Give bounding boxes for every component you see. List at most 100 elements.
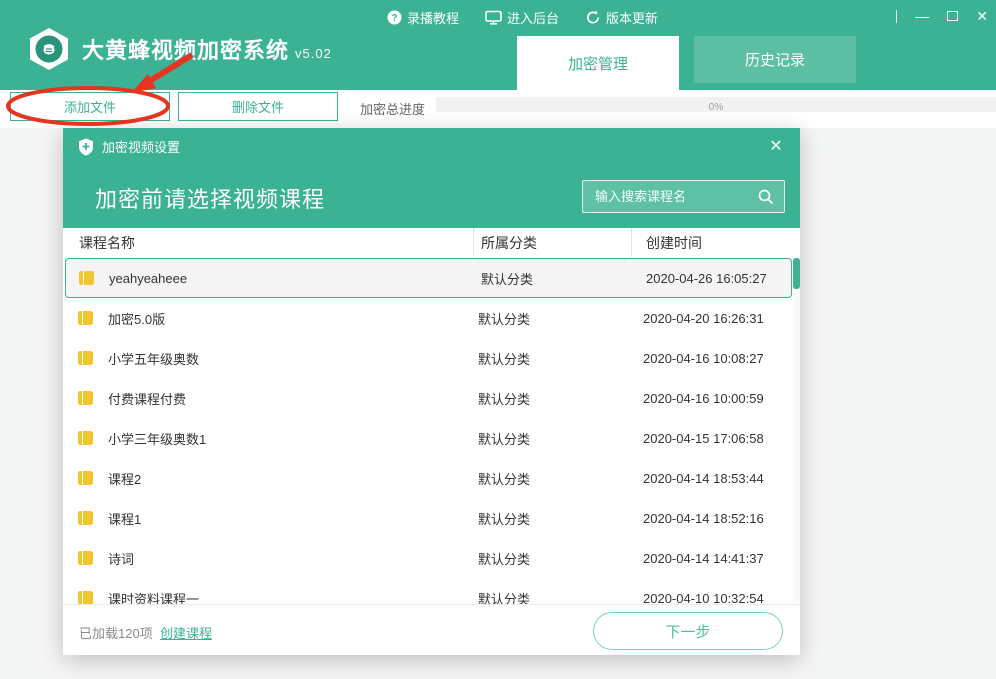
row-name: 诗词 [108,549,134,568]
row-category: 默认分类 [471,589,629,605]
course-name-cell: 加密5.0版 [63,309,471,328]
close-button[interactable]: ✕ [976,4,988,28]
folder-icon [78,270,95,286]
course-name-cell: 小学三年级奥数1 [63,429,471,448]
folder-icon [77,430,94,446]
course-name-cell: 课时资料课程一 [63,589,471,605]
create-course-link[interactable]: 创建课程 [160,623,212,642]
row-name: 加密5.0版 [108,309,165,328]
app-logo-icon [26,26,72,72]
folder-icon [77,590,94,604]
toolbar: 添加文件 删除文件 加密总进度 0% [0,90,996,128]
backend-link[interactable]: 进入后台 [485,8,559,27]
row-category: 默认分类 [471,349,629,368]
table-row[interactable]: yeahyeaheee 默认分类 2020-04-26 16:05:27 [65,258,792,298]
tutorial-link[interactable]: ? 录播教程 [387,8,459,27]
table-row[interactable]: 课时资料课程一 默认分类 2020-04-10 10:32:54 [63,578,800,604]
dialog-titlebar: 加密视频设置 ✕ [63,128,800,165]
app-title: 大黄蜂视频加密系统v5.02 [82,33,332,65]
course-search-input[interactable] [583,181,755,212]
row-name: 小学五年级奥数 [108,349,199,368]
next-step-button[interactable]: 下一步 [593,612,783,650]
course-name-cell: 小学五年级奥数 [63,349,471,368]
svg-text:?: ? [391,13,397,24]
row-name: 小学三年级奥数1 [108,429,206,448]
table-row[interactable]: 小学五年级奥数 默认分类 2020-04-16 10:08:27 [63,338,800,378]
row-category: 默认分类 [471,309,629,328]
row-created: 2020-04-20 16:26:31 [629,311,800,326]
column-header-created: 创建时间 [631,228,800,257]
scrollbar-thumb[interactable] [793,258,800,289]
folder-icon [77,550,94,566]
table-row[interactable]: 诗词 默认分类 2020-04-14 14:41:37 [63,538,800,578]
row-created: 2020-04-26 16:05:27 [632,271,791,286]
tab-encryption[interactable]: 加密管理 [517,36,679,90]
row-name: 课程2 [108,469,141,488]
monitor-icon [485,10,502,25]
row-category: 默认分类 [471,509,629,528]
folder-icon [77,470,94,486]
course-name-cell: 课程2 [63,469,471,488]
row-created: 2020-04-10 10:32:54 [629,591,800,605]
column-header-name: 课程名称 [63,233,473,253]
window-controls: — ✕ [896,4,988,28]
delete-file-button[interactable]: 删除文件 [178,92,338,121]
maximize-button[interactable] [947,4,958,28]
refresh-icon [585,10,601,25]
column-header-category: 所属分类 [473,228,631,257]
row-name: 付费课程付费 [108,389,186,408]
maximize-icon [947,11,958,21]
shield-plus-icon [78,138,94,156]
row-category: 默认分类 [471,469,629,488]
course-name-cell: yeahyeaheee [66,270,474,286]
update-link[interactable]: 版本更新 [585,8,658,27]
row-name: 课程1 [108,509,141,528]
encrypt-settings-dialog: 加密视频设置 ✕ 加密前请选择视频课程 课程名称 所属分类 创建时间 yeahy… [63,128,800,655]
table-header: 课程名称 所属分类 创建时间 [63,228,800,257]
row-name: yeahyeaheee [109,271,187,286]
row-category: 默认分类 [471,429,629,448]
row-category: 默认分类 [471,549,629,568]
row-name: 课时资料课程一 [108,589,199,605]
course-name-cell: 课程1 [63,509,471,528]
table-row[interactable]: 加密5.0版 默认分类 2020-04-20 16:26:31 [63,298,800,338]
row-created: 2020-04-14 18:52:16 [629,511,800,526]
minimize-button[interactable]: — [915,4,929,28]
add-file-button[interactable]: 添加文件 [10,92,170,121]
row-created: 2020-04-16 10:08:27 [629,351,800,366]
folder-icon [77,390,94,406]
course-search-box [582,180,785,213]
tab-history[interactable]: 历史记录 [694,36,856,83]
row-category: 默认分类 [474,269,632,288]
course-list: yeahyeaheee 默认分类 2020-04-26 16:05:27 加密5… [63,257,800,604]
course-name-cell: 付费课程付费 [63,389,471,408]
folder-icon [77,350,94,366]
controls-separator [896,10,897,23]
dialog-close-button[interactable]: ✕ [766,136,786,156]
progress-percent: 0% [709,102,723,113]
loaded-count: 已加载120项 [79,623,153,642]
table-row[interactable]: 课程2 默认分类 2020-04-14 18:53:44 [63,458,800,498]
question-icon: ? [387,10,402,25]
app-window: { "titlebar": { "app_title": "大黄蜂视频加密系统"… [0,0,996,679]
progress-label: 加密总进度 [360,99,425,118]
table-row[interactable]: 课程1 默认分类 2020-04-14 18:52:16 [63,498,800,538]
titlebar-links: ? 录播教程 进入后台 版本更新 [387,6,658,28]
row-category: 默认分类 [471,389,629,408]
row-created: 2020-04-15 17:06:58 [629,431,800,446]
titlebar: 大黄蜂视频加密系统v5.02 ? 录播教程 进入后台 版本更新 — ✕ 加密管理… [0,0,996,90]
folder-icon [77,510,94,526]
course-name-cell: 诗词 [63,549,471,568]
search-icon[interactable] [758,189,774,205]
app-version: v5.02 [295,46,332,61]
dialog-hero: 加密前请选择视频课程 [63,165,800,228]
dialog-title: 加密视频设置 [102,137,180,156]
folder-icon [77,310,94,326]
scrollbar-track[interactable] [793,257,800,604]
row-created: 2020-04-14 14:41:37 [629,551,800,566]
encryption-progress-bar: 0% [436,97,996,112]
table-row[interactable]: 付费课程付费 默认分类 2020-04-16 10:00:59 [63,378,800,418]
dialog-footer: 已加载120项 创建课程 下一步 [63,604,800,655]
table-row[interactable]: 小学三年级奥数1 默认分类 2020-04-15 17:06:58 [63,418,800,458]
row-created: 2020-04-14 18:53:44 [629,471,800,486]
